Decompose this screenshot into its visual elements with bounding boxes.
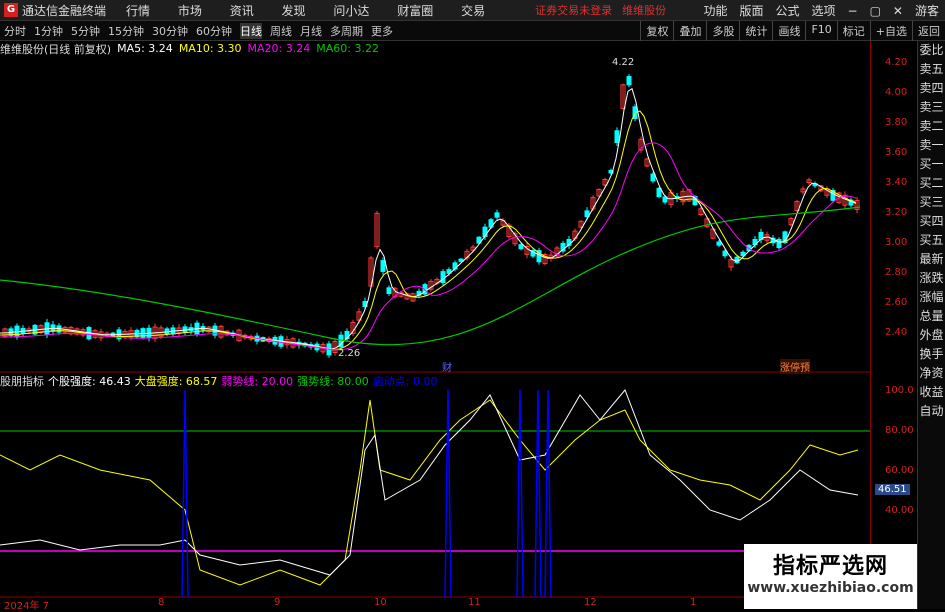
candle-body <box>386 287 392 294</box>
candle-body <box>440 271 446 284</box>
sidebar-item[interactable]: 买一 <box>918 155 945 174</box>
date-tick: 9 <box>274 597 281 608</box>
price-tick: 4.20 <box>885 57 908 68</box>
candle-body <box>776 238 782 249</box>
indicator-current-value: 46.51 <box>875 484 910 495</box>
sidebar-item[interactable]: 涨幅 <box>918 288 945 307</box>
back-button[interactable]: 返回 <box>912 21 945 41</box>
low-label: 2.26 <box>338 348 361 359</box>
date-tick: 2024年 7 <box>4 601 49 612</box>
date-axis: 2024年 7 8 9 10 11 12 1 <box>0 597 870 612</box>
market-strength-line <box>0 399 859 586</box>
indicator-tick: 100.0 <box>885 385 914 396</box>
launch-spike <box>516 389 524 598</box>
launch-spike <box>544 389 552 598</box>
limit-up-marker[interactable]: 涨停预 <box>780 359 810 374</box>
launch-spike <box>181 389 189 598</box>
launch-spike <box>534 389 542 598</box>
indicator-tick: 80.00 <box>885 425 914 436</box>
price-tick: 3.20 <box>885 207 908 218</box>
launch-spike <box>444 389 452 598</box>
candle-body <box>656 187 662 198</box>
candle-body <box>722 250 728 257</box>
candle-body <box>518 244 524 250</box>
sidebar-item[interactable]: 卖三 <box>918 98 945 117</box>
sidebar-item[interactable]: 净资 <box>918 364 945 383</box>
sidebar-item[interactable]: 换手 <box>918 345 945 364</box>
sidebar-item[interactable]: 最新 <box>918 250 945 269</box>
ma60-line <box>0 206 861 346</box>
price-tick: 2.80 <box>885 267 908 278</box>
price-tick: 3.60 <box>885 147 908 158</box>
price-tick: 2.60 <box>885 297 908 308</box>
date-tick: 8 <box>158 597 165 608</box>
sidebar-item[interactable]: 买五 <box>918 231 945 250</box>
individual-strength-line <box>0 389 859 576</box>
guest-label[interactable]: 游客 <box>915 2 939 19</box>
watermark-title: 指标严选网 <box>772 554 888 579</box>
indicator-info-line: 股朋指标 个股强度: 46.43 大盘强度: 68.57 弱势线: 20.00 … <box>0 374 870 388</box>
price-tick: 3.00 <box>885 237 908 248</box>
sidebar-item[interactable]: 买三 <box>918 193 945 212</box>
sidebar-item[interactable]: 收益 <box>918 383 945 402</box>
candle-body <box>494 212 500 218</box>
add-watchlist-button[interactable]: +自选 <box>869 21 912 41</box>
indicator-tick: 40.00 <box>885 505 914 516</box>
strong-line-value: 强势线: 80.00 <box>297 375 369 388</box>
price-tick: 2.40 <box>885 327 908 338</box>
ma20-line <box>0 142 857 351</box>
date-tick: 12 <box>584 597 597 608</box>
date-tick: 10 <box>374 597 387 608</box>
watermark: 指标严选网 www.xuezhibiao.com <box>744 544 917 609</box>
candle-body <box>716 241 722 246</box>
sidebar-item[interactable]: 涨跌 <box>918 269 945 288</box>
market-strength: 大盘强度: 68.57 <box>134 375 218 388</box>
weak-line-value: 弱势线: 20.00 <box>221 375 294 388</box>
indicator-tick: 60.00 <box>885 465 914 476</box>
kline-chart[interactable] <box>0 0 870 609</box>
price-axis: 4.20 4.00 3.80 3.60 3.40 3.20 3.00 2.80 … <box>870 41 917 609</box>
candle-body <box>380 260 386 272</box>
sidebar-item[interactable]: 买二 <box>918 174 945 193</box>
sidebar-item[interactable]: 外盘 <box>918 326 945 345</box>
finance-marker[interactable]: 财 <box>442 359 452 374</box>
sidebar-item[interactable]: 委比 <box>918 41 945 60</box>
launch-point-value: 启动点: 0.00 <box>372 375 438 388</box>
high-label: 4.22 <box>612 57 635 68</box>
sidebar-item[interactable]: 卖四 <box>918 79 945 98</box>
price-tick: 4.00 <box>885 87 908 98</box>
sidebar-item[interactable]: 买四 <box>918 212 945 231</box>
sidebar-item[interactable]: 卖一 <box>918 136 945 155</box>
price-tick: 3.40 <box>885 177 908 188</box>
sidebar-item[interactable]: 总量 <box>918 307 945 326</box>
candle-body <box>614 130 620 144</box>
sidebar-item[interactable]: 卖二 <box>918 117 945 136</box>
candle-body <box>626 76 632 86</box>
price-tick: 3.80 <box>885 117 908 128</box>
date-tick: 11 <box>468 597 481 608</box>
sidebar-item[interactable]: 卖五 <box>918 60 945 79</box>
sidebar-item[interactable]: 自动 <box>918 402 945 421</box>
quote-sidebar: 委比 卖五 卖四 卖三 卖二 卖一 买一 买二 买三 买四 买五 最新 涨跌 涨… <box>917 41 945 609</box>
date-tick: 1 <box>690 597 697 608</box>
candle-body <box>482 226 488 237</box>
indicator-name: 股朋指标 <box>0 375 44 388</box>
ma10-line <box>0 110 857 351</box>
candle-body <box>458 258 464 262</box>
watermark-url: www.xuezhibiao.com <box>747 580 914 596</box>
ma5-line <box>0 87 857 350</box>
maximize-icon[interactable]: ▢ <box>870 4 881 18</box>
individual-strength: 个股强度: 46.43 <box>48 375 131 388</box>
close-icon[interactable]: ✕ <box>893 4 903 18</box>
candle-body <box>650 173 656 182</box>
